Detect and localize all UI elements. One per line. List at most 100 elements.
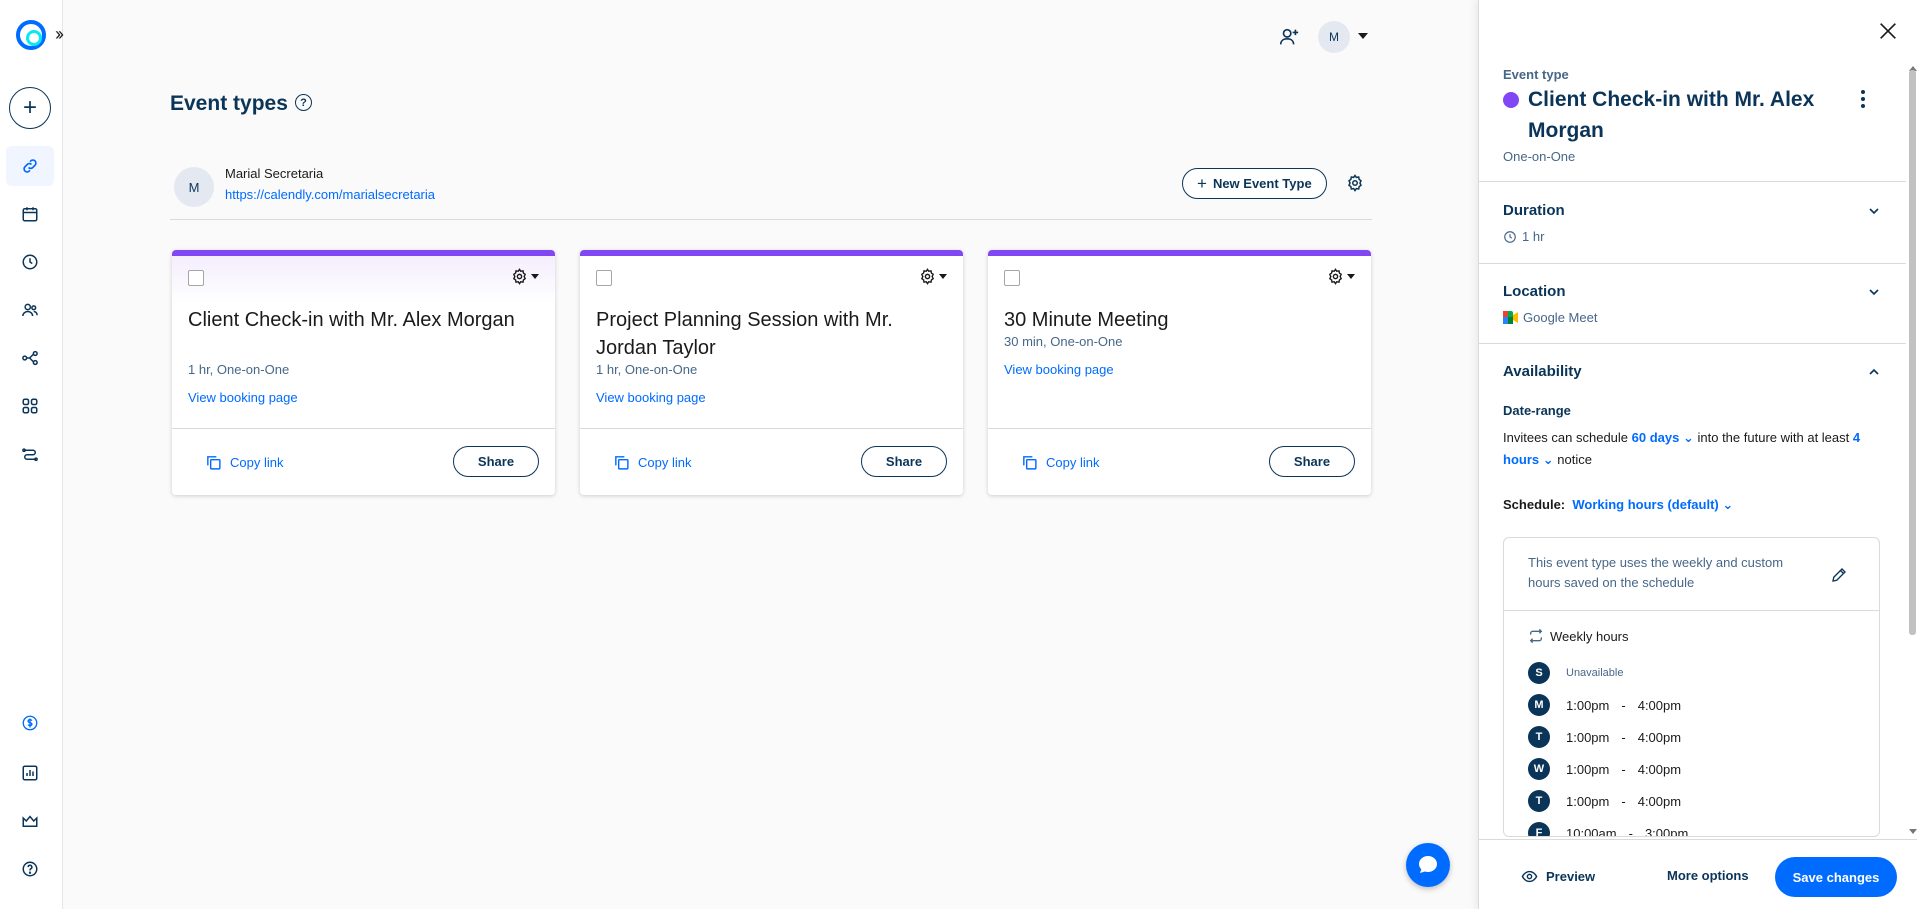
- nav-availability-clock-icon[interactable]: [6, 242, 54, 282]
- schedule-row: Schedule: Working hours (default) ⌄: [1503, 494, 1883, 516]
- calendly-logo-icon[interactable]: [16, 20, 46, 50]
- end-time: 4:00pm: [1637, 729, 1682, 745]
- schedule-note: This event type uses the weekly and cust…: [1528, 555, 1784, 590]
- location-heading[interactable]: Location: [1503, 283, 1566, 300]
- card-settings-menu[interactable]: [919, 268, 947, 285]
- start-time: 1:00pm: [1566, 697, 1610, 713]
- copy-link-button[interactable]: Copy link: [205, 454, 283, 471]
- user-scheduling-link[interactable]: https://calendly.com/marialsecretaria: [225, 187, 435, 202]
- availability-heading[interactable]: Availability: [1503, 363, 1582, 380]
- section-divider: [1479, 343, 1906, 344]
- google-meet-icon: [1503, 311, 1518, 324]
- create-button[interactable]: +: [9, 87, 51, 129]
- event-card[interactable]: Client Check-in with Mr. Alex Morgan 1 h…: [172, 250, 555, 495]
- nav-scheduling-link-icon[interactable]: [6, 146, 54, 186]
- chevron-down-icon[interactable]: [1869, 287, 1879, 297]
- date-range-label: Date-range: [1503, 403, 1571, 418]
- days-dropdown[interactable]: 60 days ⌄: [1632, 430, 1694, 445]
- day-row-sunday: S Unavailable: [1528, 662, 1623, 684]
- end-time: 4:00pm: [1637, 793, 1682, 809]
- card-settings-menu[interactable]: [1327, 268, 1355, 285]
- copy-link-label: Copy link: [230, 455, 284, 470]
- time-dash: -: [1621, 793, 1626, 809]
- copy-link-button[interactable]: Copy link: [613, 454, 691, 471]
- copy-link-label: Copy link: [638, 455, 692, 470]
- chevron-up-icon[interactable]: [1869, 367, 1879, 377]
- share-button[interactable]: Share: [861, 446, 947, 477]
- schedule-dropdown[interactable]: Working hours (default) ⌄: [1572, 497, 1733, 512]
- card-divider: [172, 428, 555, 429]
- chat-bubble-icon: [1419, 856, 1437, 873]
- invite-user-icon[interactable]: [1278, 26, 1300, 48]
- scroll-down-arrow-icon[interactable]: [1909, 829, 1917, 834]
- nav-help-icon[interactable]: [6, 849, 54, 889]
- pencil-edit-icon[interactable]: [1830, 566, 1848, 584]
- day-row-tuesday: T 1:00pm - 4:00pm: [1528, 726, 1681, 748]
- day-circle: T: [1528, 790, 1550, 812]
- preview-button[interactable]: Preview: [1521, 868, 1595, 885]
- unavailable-text: Unavailable: [1566, 667, 1624, 679]
- start-time: 1:00pm: [1566, 729, 1610, 745]
- caret-down-icon: [1347, 274, 1355, 279]
- event-card[interactable]: Project Planning Session with Mr. Jordan…: [580, 250, 963, 495]
- panel-scrollbar[interactable]: [1909, 70, 1916, 635]
- more-options-button[interactable]: More options: [1667, 868, 1749, 883]
- view-booking-page-link[interactable]: View booking page: [188, 390, 298, 405]
- nav-admin-crown-icon[interactable]: [6, 801, 54, 841]
- left-rail: ›› +: [0, 0, 64, 909]
- schedule-label: Schedule:: [1503, 497, 1566, 512]
- duration-value: 1 hr: [1503, 229, 1544, 244]
- nav-integrations-icon[interactable]: [6, 386, 54, 426]
- new-event-type-button[interactable]: + New Event Type: [1182, 168, 1327, 199]
- view-booking-page-link[interactable]: View booking page: [1004, 362, 1114, 377]
- schedule-box: This event type uses the weekly and cust…: [1503, 537, 1880, 837]
- help-icon[interactable]: ?: [295, 94, 312, 111]
- time-dash: -: [1621, 729, 1626, 745]
- event-card[interactable]: 30 Minute Meeting 30 min, One-on-One Vie…: [988, 250, 1371, 495]
- day-row-monday: M 1:00pm - 4:00pm: [1528, 694, 1681, 716]
- expand-sidebar-icon[interactable]: ››: [55, 24, 64, 45]
- nav-meetings-calendar-icon[interactable]: [6, 194, 54, 234]
- settings-gear-icon[interactable]: [1346, 174, 1364, 192]
- event-color-bar: [988, 250, 1371, 256]
- nav-workflows-icon[interactable]: [6, 338, 54, 378]
- select-checkbox[interactable]: [596, 270, 612, 286]
- card-divider: [988, 428, 1371, 429]
- card-settings-menu[interactable]: [511, 268, 539, 285]
- nav-routing-icon[interactable]: [6, 434, 54, 474]
- event-color-dot[interactable]: [1503, 92, 1519, 108]
- gear-icon: [1328, 268, 1343, 285]
- select-checkbox[interactable]: [188, 270, 204, 286]
- share-button[interactable]: Share: [453, 446, 539, 477]
- copy-icon: [1023, 456, 1037, 470]
- view-booking-page-link[interactable]: View booking page: [596, 390, 706, 405]
- account-avatar[interactable]: M: [1318, 21, 1350, 53]
- nav-upgrade-dollar-icon[interactable]: [6, 703, 54, 743]
- chevron-down-icon[interactable]: [1869, 206, 1879, 216]
- time-dash: -: [1621, 761, 1626, 777]
- share-button[interactable]: Share: [1269, 446, 1355, 477]
- account-menu-caret-icon[interactable]: [1358, 33, 1368, 39]
- duration-heading[interactable]: Duration: [1503, 202, 1565, 219]
- copy-icon: [615, 456, 629, 470]
- nav-contacts-icon[interactable]: [6, 290, 54, 330]
- copy-link-button[interactable]: Copy link: [1021, 454, 1099, 471]
- plus-icon: +: [1197, 173, 1207, 193]
- invitees-middle: into the future with at least: [1697, 430, 1850, 445]
- day-circle: M: [1528, 694, 1550, 716]
- gear-icon: [920, 268, 935, 285]
- nav-analytics-icon[interactable]: [6, 753, 54, 793]
- start-time: 10:00am: [1566, 825, 1617, 837]
- section-divider: [1479, 263, 1906, 264]
- more-actions-kebab-icon[interactable]: [1861, 90, 1865, 111]
- chat-support-button[interactable]: [1406, 843, 1450, 887]
- copy-link-label: Copy link: [1046, 455, 1100, 470]
- select-checkbox[interactable]: [1004, 270, 1020, 286]
- panel-subtitle: One-on-One: [1503, 149, 1576, 164]
- close-icon[interactable]: [1877, 20, 1899, 42]
- header-divider: [170, 219, 1372, 220]
- date-range-sentence: Invitees can schedule 60 days ⌄ into the…: [1503, 427, 1883, 471]
- save-changes-button[interactable]: Save changes: [1775, 857, 1897, 897]
- weekly-hours-label: Weekly hours: [1528, 628, 1629, 644]
- card-divider: [580, 428, 963, 429]
